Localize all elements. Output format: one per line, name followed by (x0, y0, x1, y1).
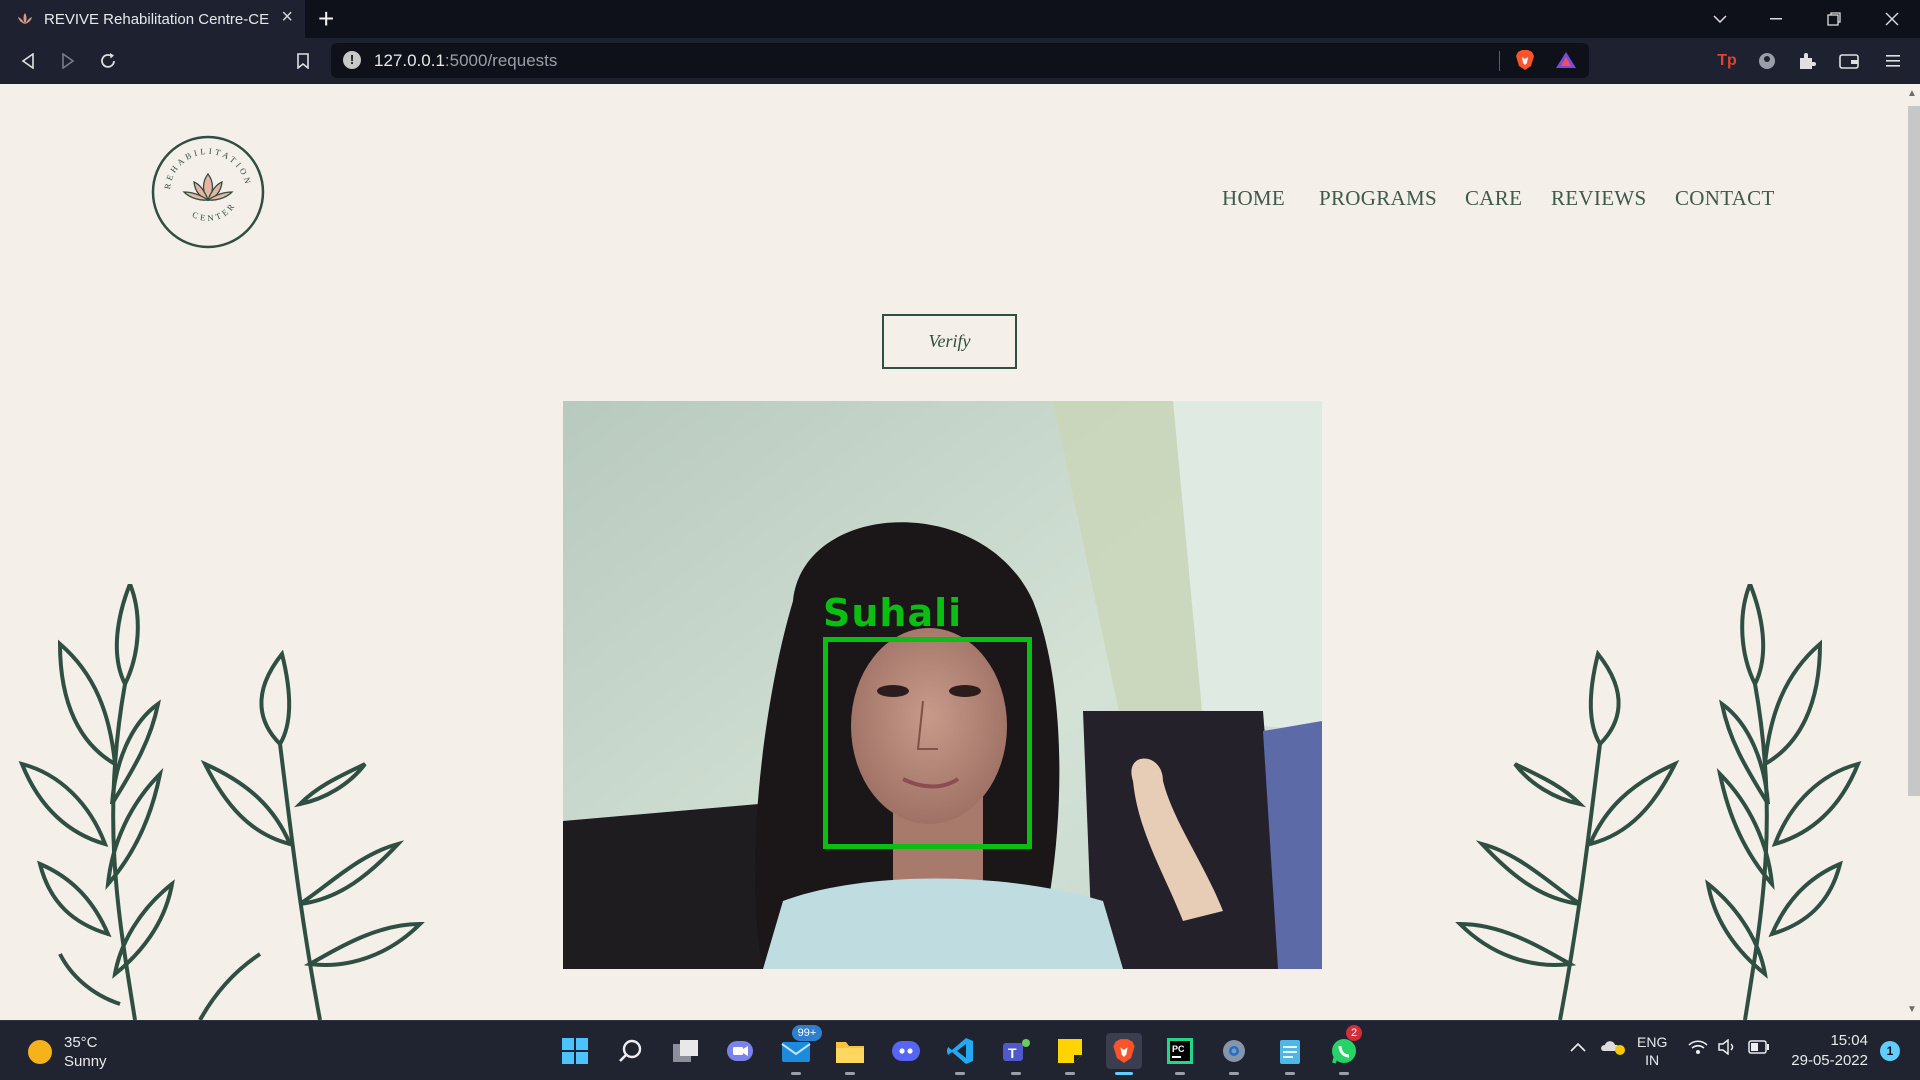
wifi-icon[interactable] (1688, 1039, 1708, 1059)
svg-text:PC: PC (1172, 1044, 1185, 1054)
url-text: 127.0.0.1:5000/requests (374, 51, 558, 70)
scrollbar-thumb[interactable] (1908, 106, 1920, 796)
bookmark-icon[interactable] (288, 46, 318, 76)
minimize-icon[interactable] (1748, 0, 1804, 38)
address-separator (1499, 51, 1500, 71)
lotus-favicon-icon (14, 8, 36, 30)
forward-icon[interactable] (53, 46, 83, 76)
reload-icon[interactable] (93, 46, 123, 76)
discord-icon[interactable] (888, 1033, 924, 1069)
nav-reviews[interactable]: REVIEWS (1551, 186, 1646, 211)
lotus-icon (182, 172, 234, 202)
weather-temperature: 35°C (64, 1034, 98, 1051)
teams-chat-icon[interactable] (722, 1033, 758, 1069)
logo-text-bottom: CENTER (191, 200, 235, 223)
nav-programs[interactable]: PROGRAMS (1319, 186, 1437, 211)
back-icon[interactable] (13, 46, 43, 76)
vscode-icon[interactable] (942, 1033, 978, 1075)
scroll-down-icon[interactable]: ▼ (1907, 1004, 1917, 1015)
new-tab-icon[interactable]: + (318, 3, 334, 35)
browser-tab-bar: REVIVE Rehabilitation Centre-CEL × + (0, 0, 1920, 38)
verify-button[interactable]: Verify (882, 314, 1017, 369)
sun-icon (28, 1040, 52, 1064)
system-clock[interactable]: 15:04 29-05-2022 (1791, 1031, 1868, 1071)
weather-condition: Sunny (64, 1053, 107, 1070)
settings-icon[interactable] (1216, 1033, 1252, 1075)
sticky-notes-icon[interactable] (1052, 1033, 1088, 1075)
leaf-decoration-right (1455, 584, 1862, 1020)
address-bar[interactable]: ! 127.0.0.1:5000/requests (331, 43, 1589, 78)
brave-shields-icon[interactable] (1515, 49, 1535, 76)
restore-icon[interactable] (1806, 0, 1862, 38)
start-icon[interactable] (557, 1033, 593, 1069)
nav-home[interactable]: HOME (1222, 186, 1285, 211)
file-explorer-icon[interactable] (832, 1033, 868, 1075)
page-scrollbar[interactable]: ▲ ▼ (1904, 84, 1920, 1020)
wallet-icon[interactable] (1834, 46, 1864, 76)
browser-toolbar: ! 127.0.0.1:5000/requests Tp (0, 38, 1920, 84)
notification-badge[interactable]: 1 (1880, 1041, 1900, 1061)
face-detection-box (823, 637, 1032, 849)
brave-browser-icon[interactable] (1106, 1033, 1142, 1075)
mail-badge: 99+ (792, 1025, 822, 1041)
region-code: IN (1645, 1052, 1660, 1068)
whatsapp-badge: 2 (1346, 1025, 1362, 1041)
onedrive-icon[interactable] (1600, 1037, 1626, 1059)
weather-widget[interactable]: 35°C Sunny (28, 1033, 107, 1071)
pycharm-icon[interactable]: PC (1162, 1033, 1198, 1075)
translate-extension-icon[interactable]: Tp (1712, 46, 1742, 76)
mail-icon[interactable]: 99+ (778, 1025, 822, 1075)
menu-icon[interactable] (1878, 46, 1908, 76)
nav-care[interactable]: CARE (1465, 186, 1522, 211)
svg-text:T: T (1008, 1045, 1017, 1061)
site-info-icon[interactable]: ! (343, 51, 361, 69)
site-logo[interactable]: REHABILITATION CENTER (150, 134, 266, 250)
brave-rewards-icon[interactable] (1555, 51, 1577, 74)
search-icon[interactable] (612, 1033, 648, 1069)
svg-text:CENTER: CENTER (191, 200, 238, 223)
tab-title: REVIVE Rehabilitation Centre-CEL (44, 10, 269, 28)
task-view-icon[interactable] (668, 1033, 704, 1069)
volume-icon[interactable] (1718, 1038, 1738, 1059)
notepad-icon[interactable] (1272, 1033, 1308, 1075)
language-indicator[interactable]: ENG IN (1637, 1033, 1667, 1069)
leaf-decoration-left (18, 584, 425, 1020)
face-detection-label: Suhali (823, 591, 963, 635)
teams-icon[interactable]: T (998, 1033, 1034, 1075)
battery-icon[interactable] (1748, 1040, 1770, 1058)
close-window-icon[interactable] (1864, 0, 1920, 38)
extensions-puzzle-icon[interactable] (1792, 46, 1822, 76)
tab-close-icon[interactable]: × (281, 6, 293, 29)
nav-contact[interactable]: CONTACT (1675, 186, 1775, 211)
show-hidden-icons-chevron-icon[interactable] (1570, 1039, 1586, 1056)
page-viewport: REHABILITATION CENTER HOME PROGRAMS CARE… (0, 84, 1920, 1020)
browser-tab[interactable]: REVIVE Rehabilitation Centre-CEL × (0, 0, 305, 38)
clock-date: 29-05-2022 (1791, 1052, 1868, 1069)
webcam-feed: Suhali (563, 401, 1322, 969)
tab-search-chevron-icon[interactable] (1692, 0, 1748, 38)
clock-time: 15:04 (1830, 1032, 1868, 1049)
scroll-up-icon[interactable]: ▲ (1907, 88, 1917, 99)
extension-circle-icon[interactable] (1752, 46, 1782, 76)
whatsapp-icon[interactable]: 2 (1326, 1025, 1362, 1075)
windows-taskbar: 35°C Sunny 99+ T PC 2 ENG IN 15:04 29-05… (0, 1020, 1920, 1080)
language-code: ENG (1637, 1034, 1668, 1050)
